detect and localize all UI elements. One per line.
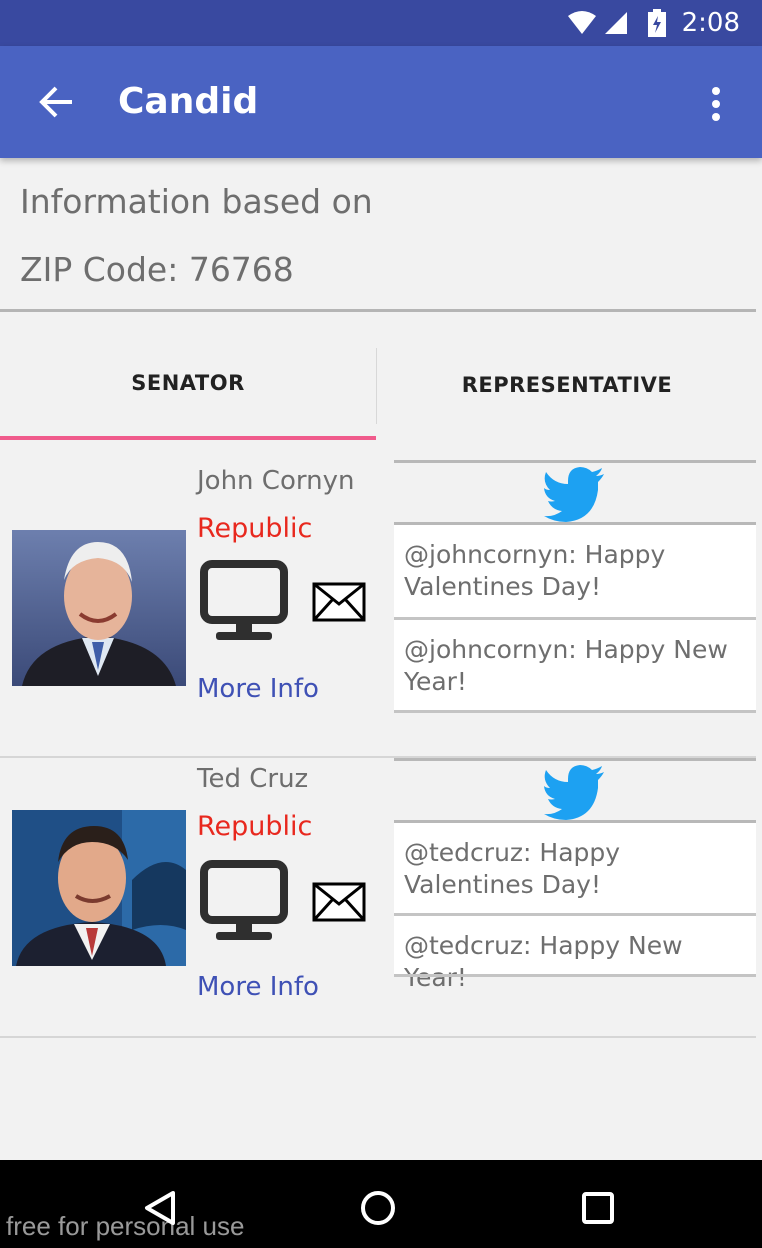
tab-representative[interactable]: REPRESENTATIVE [378, 330, 756, 440]
divider [394, 974, 756, 977]
status-time: 2:08 [681, 8, 740, 38]
legislator-card: John Cornyn Republic More Info @johncorn… [0, 460, 756, 758]
monitor-icon [200, 860, 288, 940]
status-bar: 2:08 [0, 0, 762, 46]
zip-info: Information based on ZIP Code: 76768 [0, 158, 756, 312]
tweet-item[interactable]: @johncornyn: Happy Valentines Day! [394, 525, 756, 617]
legislator-name: John Cornyn [197, 466, 355, 496]
status-icons [567, 8, 667, 38]
zip-code-text: ZIP Code: 76768 [20, 250, 294, 289]
nav-home-button[interactable] [348, 1180, 408, 1236]
nav-recents-button[interactable] [568, 1180, 628, 1236]
more-vert-icon [712, 87, 720, 121]
website-button[interactable] [200, 860, 288, 944]
nav-home-icon [361, 1191, 395, 1225]
tweet-item[interactable]: @johncornyn: Happy New Year! [394, 620, 756, 710]
app-bar: Candid [0, 46, 762, 158]
app-title: Candid [118, 81, 259, 122]
divider [394, 710, 756, 713]
tweet-feed: @tedcruz: Happy Valentines Day! @tedcruz… [394, 758, 756, 992]
tab-bar: SENATOR REPRESENTATIVE [0, 330, 756, 440]
tweet-item[interactable]: @tedcruz: Happy Valentines Day! [394, 823, 756, 913]
legislator-name: Ted Cruz [197, 764, 309, 794]
divider [394, 758, 756, 761]
mail-icon [312, 582, 366, 622]
info-line-1: Information based on [20, 182, 373, 221]
email-button[interactable] [312, 582, 366, 622]
nav-recents-icon [582, 1192, 614, 1224]
overflow-menu-button[interactable] [696, 76, 736, 132]
legislator-party: Republic [197, 513, 313, 544]
email-button[interactable] [312, 882, 366, 922]
divider [394, 460, 756, 463]
watermark-text: free for personal use [6, 1211, 245, 1241]
back-button[interactable] [28, 74, 84, 130]
signal-icon [605, 12, 627, 34]
more-info-link[interactable]: More Info [197, 970, 319, 1004]
tweet-item[interactable]: @tedcruz: Happy New Year! [394, 916, 756, 992]
twitter-icon[interactable] [542, 764, 606, 820]
legislator-party: Republic [197, 811, 313, 842]
tweet-feed: @johncornyn: Happy Valentines Day! @john… [394, 460, 756, 713]
battery-icon [648, 9, 666, 37]
more-info-link[interactable]: More Info [197, 672, 319, 706]
wifi-icon [568, 11, 596, 34]
arrow-back-icon [39, 86, 72, 118]
legislator-card: Ted Cruz Republic More Info @tedcruz: Ha… [0, 740, 756, 1038]
tab-divider [376, 348, 377, 424]
legislator-photo [12, 530, 186, 686]
legislator-photo [12, 810, 186, 966]
website-button[interactable] [200, 560, 288, 644]
monitor-icon [200, 560, 288, 640]
mail-icon [312, 882, 366, 922]
twitter-icon[interactable] [542, 466, 606, 522]
tab-senator[interactable]: SENATOR [0, 330, 376, 440]
